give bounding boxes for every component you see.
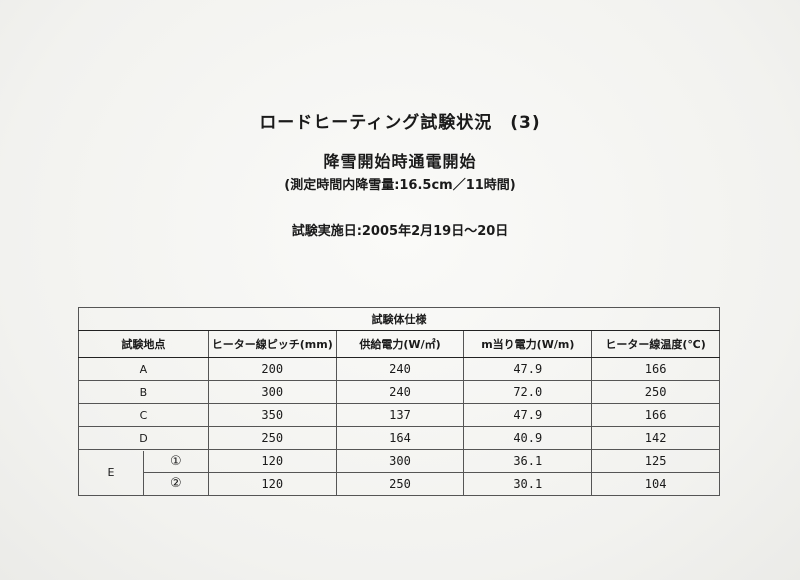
cell-pitch: 120 — [207, 472, 337, 496]
cell-point: B — [78, 380, 209, 404]
table-header-row: 試験地点 ヒーター線ピッチ(mm) 供給電力(W/㎡) m当り電力(W/m) ヒ… — [78, 330, 720, 358]
cell-per-meter: 40.9 — [463, 426, 593, 450]
cell-pitch: 200 — [207, 357, 337, 381]
cell-point-group-e: E ① ② — [78, 449, 209, 496]
header-power: 供給電力(W/㎡) — [335, 330, 465, 358]
document-subtitle: 降雪開始時通電開始 — [323, 152, 477, 171]
cell-pitch: 300 — [207, 380, 337, 404]
cell-temp: 142 — [591, 426, 720, 450]
table-row: B 300 240 72.0 250 — [78, 380, 720, 404]
header-pitch: ヒーター線ピッチ(mm) — [207, 330, 337, 358]
cell-temp: 250 — [591, 380, 720, 404]
cell-per-meter: 72.0 — [463, 380, 593, 404]
cell-pitch: 120 — [207, 449, 337, 473]
cell-temp: 166 — [591, 403, 720, 427]
cell-power: 250 — [335, 472, 465, 496]
table-row: E ① ② 120 300 36.1 125 — [78, 449, 720, 496]
cell-point: E — [79, 450, 144, 495]
cell-sub-point: ① — [143, 451, 208, 473]
table-caption: 試験体仕様 — [78, 307, 720, 331]
cell-pitch: 350 — [207, 403, 337, 427]
header-per-meter: m当り電力(W/m) — [463, 330, 593, 358]
measurement-conditions: (測定時間内降雪量:16.5cm／11時間) — [284, 178, 516, 193]
cell-power: 300 — [335, 449, 465, 473]
cell-power: 137 — [335, 403, 465, 427]
cell-point: D — [78, 426, 209, 450]
table-row: D 250 164 40.9 142 — [78, 426, 720, 450]
cell-per-meter: 47.9 — [463, 403, 593, 427]
spec-table: 試験体仕様 試験地点 ヒーター線ピッチ(mm) 供給電力(W/㎡) m当り電力(… — [78, 307, 720, 496]
cell-pitch: 250 — [207, 426, 337, 450]
cell-power: 240 — [335, 357, 465, 381]
header-point: 試験地点 — [78, 330, 209, 358]
cell-point: A — [78, 357, 209, 381]
header-temp: ヒーター線温度(℃) — [591, 330, 720, 358]
cell-temp: 166 — [591, 357, 720, 381]
table-row: C 350 137 47.9 166 — [78, 403, 720, 427]
table-caption-row: 試験体仕様 — [78, 307, 720, 331]
document-page: ロードヒーティング試験状況 (3) 降雪開始時通電開始 (測定時間内降雪量:16… — [0, 0, 800, 580]
cell-temp: 104 — [591, 472, 720, 496]
document-title: ロードヒーティング試験状況 (3) — [259, 113, 541, 133]
cell-per-meter: 47.9 — [463, 357, 593, 381]
cell-sub-point: ② — [170, 476, 182, 492]
test-date: 試験実施日:2005年2月19日～20日 — [291, 224, 509, 239]
cell-point: C — [78, 403, 209, 427]
cell-per-meter: 36.1 — [463, 449, 593, 473]
cell-power: 240 — [335, 380, 465, 404]
table-row: A 200 240 47.9 166 — [78, 357, 720, 381]
cell-per-meter: 30.1 — [463, 472, 593, 496]
cell-temp: 125 — [591, 449, 720, 473]
cell-power: 164 — [335, 426, 465, 450]
